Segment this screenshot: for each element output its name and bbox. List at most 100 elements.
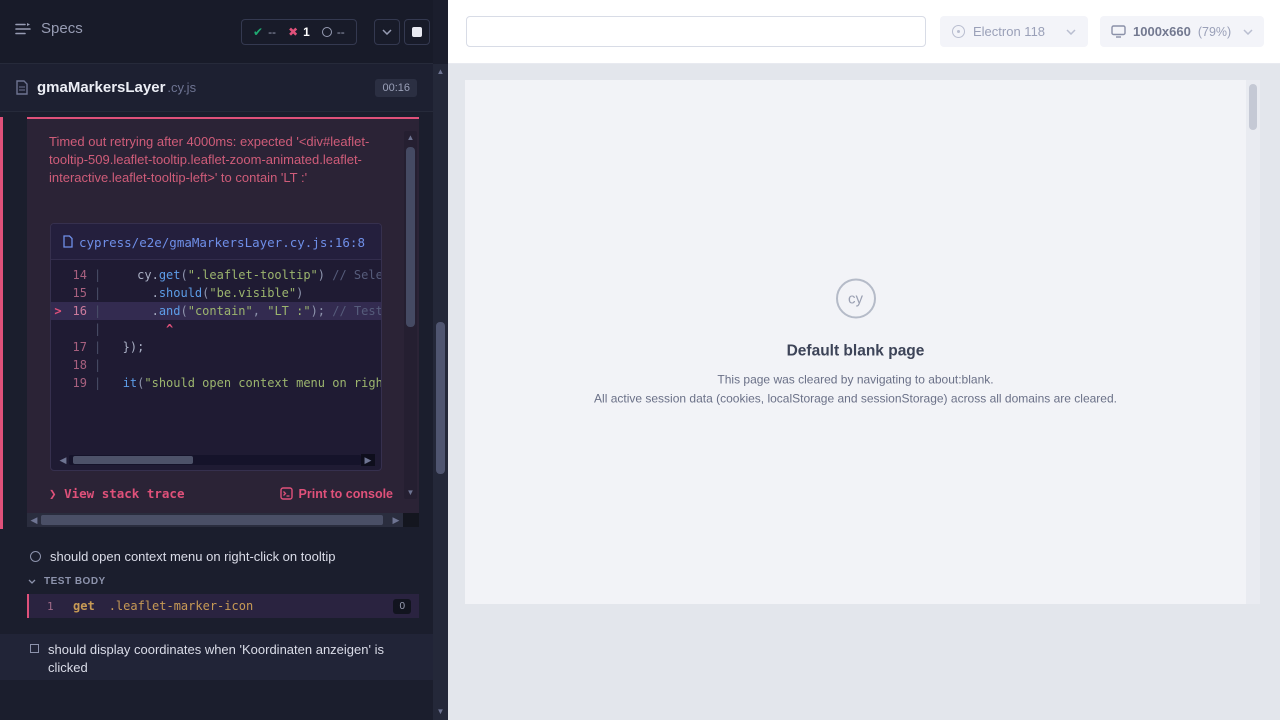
spec-name: gmaMarkersLayer [37, 79, 165, 96]
test-stats: ✔ -- ✖ 1 -- [241, 19, 357, 45]
test-body-toggle[interactable]: TEST BODY [0, 571, 433, 591]
collapse-all-button[interactable] [374, 19, 400, 45]
blank-page-message: cy Default blank page This page was clea… [465, 279, 1246, 406]
scroll-down-icon: ▼ [404, 488, 417, 497]
reporter-vertical-scrollbar[interactable]: ▲ ▼ [433, 64, 448, 720]
spec-file-icon [16, 80, 28, 95]
command-count-badge: 0 [393, 599, 411, 614]
scrollbar-corner [403, 513, 419, 527]
error-footer: ❯ View stack trace Print to console [49, 486, 393, 501]
code-line: | ^ [51, 320, 381, 338]
cypress-logo: cy [836, 279, 876, 319]
aut-vertical-scrollbar[interactable] [1246, 80, 1260, 604]
viewport-icon [1111, 25, 1126, 38]
spec-extension: .cy.js [167, 80, 196, 95]
reporter-sidebar: Specs ✔ -- ✖ 1 -- [0, 0, 448, 720]
cypress-logo-text: cy [848, 290, 863, 307]
blank-page-title: Default blank page [465, 343, 1246, 361]
scroll-track [41, 513, 389, 527]
test-item[interactable]: should open context menu on right-click … [0, 543, 433, 569]
stat-passed: ✔ -- [253, 25, 276, 39]
test-queued-icon [30, 644, 39, 653]
code-frame-file-link[interactable]: cypress/e2e/gmaMarkersLayer.cy.js:16:8 [51, 224, 381, 260]
command-args: .leaflet-marker-icon [109, 599, 254, 613]
scroll-thumb[interactable] [406, 147, 415, 327]
code-line: 17| }); [51, 338, 381, 356]
view-stack-trace-link[interactable]: ❯ View stack trace [49, 486, 184, 501]
scroll-right-icon: ▶ [389, 515, 403, 526]
passed-count: -- [268, 25, 276, 39]
scroll-thumb[interactable] [1249, 84, 1257, 130]
code-line: 15| .should("be.visible") [51, 284, 381, 302]
scroll-right-icon: ▶ [361, 454, 375, 466]
browser-name: Electron 118 [973, 24, 1045, 39]
cypress-app: Specs ✔ -- ✖ 1 -- [0, 0, 1280, 720]
blank-page-line1: This page was cleared by navigating to a… [465, 373, 1246, 387]
spec-duration-badge: 00:16 [375, 79, 417, 97]
chevron-down-icon [28, 579, 36, 584]
test-body-label: TEST BODY [44, 576, 106, 587]
viewport-zoom: (79%) [1198, 25, 1231, 39]
command-method: get [73, 599, 95, 613]
pending-count: -- [337, 25, 345, 39]
scroll-track [69, 455, 361, 465]
test-title: should open context menu on right-click … [50, 549, 335, 564]
code-line: >16| .and("contain", "LT :"); // Test [51, 302, 381, 320]
aut-container: cy Default blank page This page was clea… [448, 64, 1280, 720]
error-message: Timed out retrying after 4000ms: expecte… [49, 133, 375, 187]
scroll-up-icon: ▲ [433, 67, 448, 76]
error-panel: Timed out retrying after 4000ms: expecte… [27, 117, 419, 513]
stop-run-button[interactable] [404, 19, 430, 45]
code-frame: cypress/e2e/gmaMarkersLayer.cy.js:16:8 1… [50, 223, 382, 471]
spec-header: gmaMarkersLayer .cy.js 00:16 [0, 64, 433, 112]
scroll-thumb[interactable] [41, 515, 383, 525]
browser-toolbar: Electron 118 1000x660 (79%) [448, 0, 1280, 64]
code-frame-file-path: cypress/e2e/gmaMarkersLayer.cy.js:16:8 [79, 235, 365, 250]
specs-menu-button[interactable]: Specs [14, 20, 83, 37]
stop-icon [412, 27, 422, 37]
url-input[interactable] [466, 16, 926, 47]
specs-label: Specs [41, 20, 83, 37]
scroll-left-icon: ◀ [27, 515, 41, 526]
chevron-down-icon [382, 29, 392, 35]
scroll-thumb[interactable] [436, 322, 445, 474]
specs-list-icon [14, 22, 32, 36]
viewport-size: 1000x660 [1133, 24, 1191, 39]
check-icon: ✔ [253, 25, 263, 39]
cross-icon: ✖ [288, 25, 298, 39]
command-log-row[interactable]: 1 get .leaflet-marker-icon 0 [27, 594, 419, 618]
print-to-console-button[interactable]: Print to console [280, 487, 393, 501]
electron-browser-icon [952, 25, 965, 38]
test-item[interactable]: should display coordinates when 'Koordin… [0, 634, 433, 680]
stack-trace-label: View stack trace [64, 486, 184, 501]
stat-pending: -- [322, 25, 345, 39]
code-line: 18| [51, 356, 381, 374]
print-to-console-label: Print to console [299, 487, 393, 501]
file-icon [63, 235, 73, 248]
error-vertical-scrollbar[interactable]: ▲ ▼ [404, 131, 417, 499]
browser-selector[interactable]: Electron 118 [940, 16, 1088, 47]
viewport-selector[interactable]: 1000x660 (79%) [1100, 16, 1264, 47]
failed-count: 1 [303, 25, 310, 39]
chevron-down-icon [1243, 29, 1253, 35]
scroll-down-icon: ▼ [433, 707, 448, 716]
scroll-thumb[interactable] [73, 456, 193, 464]
scroll-left-icon: ◀ [57, 455, 69, 466]
test-title: should display coordinates when 'Koordin… [48, 641, 394, 680]
blank-page-line2: All active session data (cookies, localS… [465, 392, 1246, 406]
chevron-down-icon [1066, 29, 1076, 35]
code-lines: 14| cy.get(".leaflet-tooltip") // Sele 1… [51, 260, 381, 392]
command-number: 1 [47, 600, 61, 613]
reporter-header: Specs ✔ -- ✖ 1 -- [0, 0, 433, 64]
scroll-up-icon: ▲ [404, 133, 417, 142]
failed-test-indicator [0, 117, 3, 529]
aut-iframe: cy Default blank page This page was clea… [465, 80, 1260, 604]
error-horizontal-scrollbar[interactable]: ◀ ▶ [27, 513, 419, 527]
stat-failed: ✖ 1 [288, 25, 310, 39]
pending-icon [322, 27, 332, 37]
console-icon [280, 487, 293, 500]
code-horizontal-scrollbar[interactable]: ◀ ▶ [57, 454, 375, 466]
code-line: 14| cy.get(".leaflet-tooltip") // Sele [51, 266, 381, 284]
test-running-icon [30, 551, 41, 562]
code-line: 19| it("should open context menu on righ [51, 374, 381, 392]
